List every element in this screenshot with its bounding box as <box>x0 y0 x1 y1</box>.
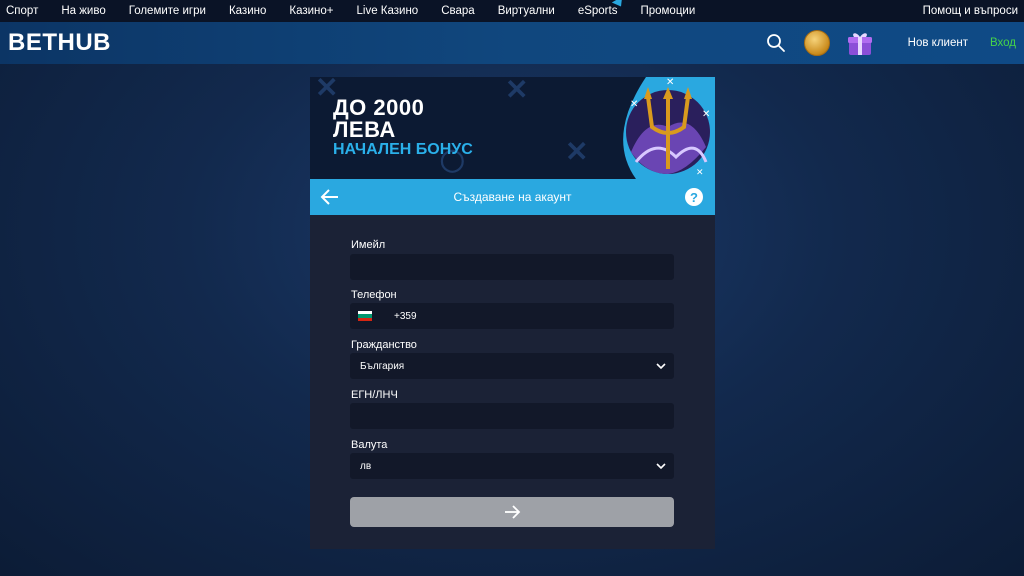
chevron-down-icon <box>656 363 666 370</box>
currency-select[interactable]: лв <box>350 453 674 479</box>
new-client-link[interactable]: Нов клиент <box>908 37 968 49</box>
svg-text:✕: ✕ <box>702 109 710 120</box>
nav-item-esports-label: eSports <box>577 5 618 17</box>
email-field[interactable] <box>350 254 674 280</box>
nav-item-live[interactable]: На живо <box>55 5 105 17</box>
egn-field[interactable] <box>350 403 674 429</box>
citizenship-select[interactable]: България <box>350 353 674 379</box>
currency-label: Валута <box>351 439 388 451</box>
nav-item-promotions[interactable]: Промоции <box>634 5 695 17</box>
citizenship-label: Гражданство <box>351 339 417 351</box>
top-nav-items: Спорт На живо Големите игри Казино Казин… <box>0 0 712 17</box>
new-marker-icon <box>612 0 627 10</box>
search-icon[interactable] <box>766 33 786 53</box>
svg-text:✕: ✕ <box>696 168 704 178</box>
phone-field[interactable]: +359 <box>350 303 674 329</box>
help-icon[interactable]: ? <box>685 188 703 206</box>
coin-icon[interactable] <box>803 30 830 56</box>
nav-item-casino-plus[interactable]: Казино+ <box>283 5 333 17</box>
phone-prefix: +359 <box>394 310 417 322</box>
nav-item-sport[interactable]: Спорт <box>0 5 38 17</box>
bulgaria-flag-icon[interactable] <box>358 311 372 321</box>
promo-banner[interactable]: ✕ ✕ ✕ ◯ ДО 2000 ЛЕВА НАЧАЛЕН БОНУС ✕ ✕ ✕… <box>310 77 715 179</box>
nav-item-esports[interactable]: eSports <box>572 0 627 17</box>
header-actions: Нов клиент Вход <box>766 22 1024 64</box>
citizenship-value: България <box>360 360 405 372</box>
currency-value: лв <box>360 460 372 472</box>
svg-text:✕: ✕ <box>630 99 638 110</box>
arrow-right-icon <box>505 505 521 519</box>
chevron-down-icon <box>656 463 666 470</box>
submit-button[interactable] <box>350 497 674 527</box>
nav-item-virtual[interactable]: Виртуални <box>492 5 555 17</box>
egn-label: ЕГН/ЛНЧ <box>351 389 398 401</box>
email-label: Имейл <box>351 239 386 251</box>
banner-subtitle: НАЧАЛЕН БОНУС <box>333 141 473 158</box>
help-link[interactable]: Помощ и въпроси <box>923 5 1018 17</box>
nav-item-casino[interactable]: Казино <box>223 5 266 17</box>
gift-icon[interactable] <box>846 29 874 57</box>
phone-label: Телефон <box>351 289 397 301</box>
decor-x: ✕ <box>565 136 589 167</box>
login-link[interactable]: Вход <box>990 37 1016 49</box>
arrow-left-icon[interactable] <box>320 187 340 207</box>
form-title: Създаване на акаунт <box>453 190 572 204</box>
svg-text:✕: ✕ <box>666 77 674 88</box>
bethub-logo[interactable]: BETHUB <box>8 29 111 57</box>
nav-item-live-casino[interactable]: Live Казино <box>351 5 419 17</box>
decor-x: ✕ <box>505 77 529 105</box>
nav-item-big-games[interactable]: Големите игри <box>123 5 206 17</box>
form-header: Създаване на акаунт ? <box>310 179 715 215</box>
nav-item-svara[interactable]: Свара <box>435 5 474 17</box>
site-header: BETHUB Нов клиент Вход <box>0 22 1024 64</box>
trident-icon: ✕ ✕ ✕ ✕ <box>623 77 715 179</box>
registration-form: Имейл Телефон +359 Гражданство България … <box>310 215 715 549</box>
top-navigation: Спорт На живо Големите игри Казино Казин… <box>0 0 1024 22</box>
banner-title-line2: ЛЕВА <box>333 117 396 142</box>
